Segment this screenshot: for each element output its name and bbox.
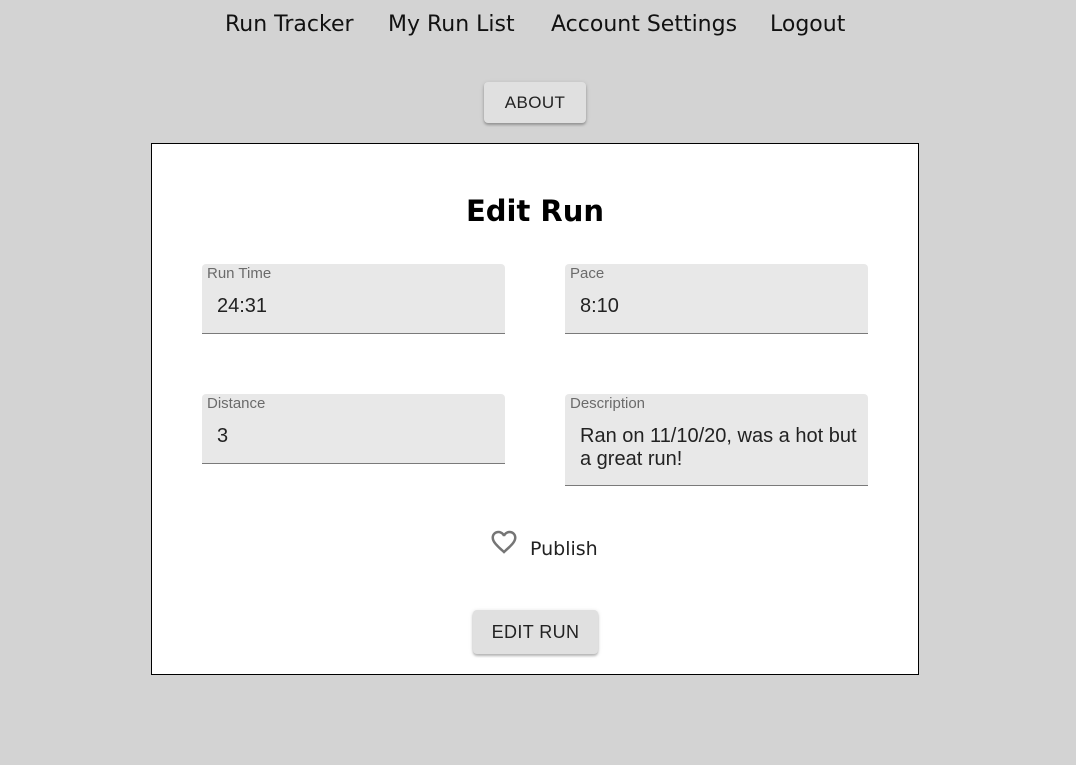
- description-value[interactable]: Ran on 11/10/20, was a hot but a great r…: [580, 425, 858, 471]
- edit-run-card: Edit Run Run Time 24:31 Pace 8:10 Distan…: [151, 143, 919, 675]
- nav-link-my-run-list[interactable]: My Run List: [388, 12, 515, 37]
- run-time-field[interactable]: Run Time 24:31: [202, 264, 505, 334]
- pace-field[interactable]: Pace 8:10: [565, 264, 868, 334]
- distance-field[interactable]: Distance 3: [202, 394, 505, 464]
- distance-label: Distance: [207, 395, 266, 412]
- run-time-value[interactable]: 24:31: [217, 295, 495, 318]
- distance-value[interactable]: 3: [217, 425, 495, 448]
- top-nav: Run Tracker My Run List Account Settings…: [0, 0, 1076, 56]
- form-title: Edit Run: [465, 194, 605, 228]
- nav-link-account-settings[interactable]: Account Settings: [551, 12, 737, 37]
- nav-link-run-tracker[interactable]: Run Tracker: [225, 12, 354, 37]
- nav-link-logout[interactable]: Logout: [770, 12, 845, 37]
- pace-value[interactable]: 8:10: [580, 295, 858, 318]
- publish-label: Publish: [530, 538, 598, 560]
- edit-run-button[interactable]: EDIT RUN: [473, 610, 598, 654]
- description-field[interactable]: Description Ran on 11/10/20, was a hot b…: [565, 394, 868, 486]
- run-time-label: Run Time: [207, 265, 272, 282]
- heart-outline-icon[interactable]: [489, 527, 519, 557]
- about-button[interactable]: ABOUT: [484, 82, 586, 123]
- description-label: Description: [570, 395, 646, 412]
- pace-label: Pace: [570, 265, 605, 282]
